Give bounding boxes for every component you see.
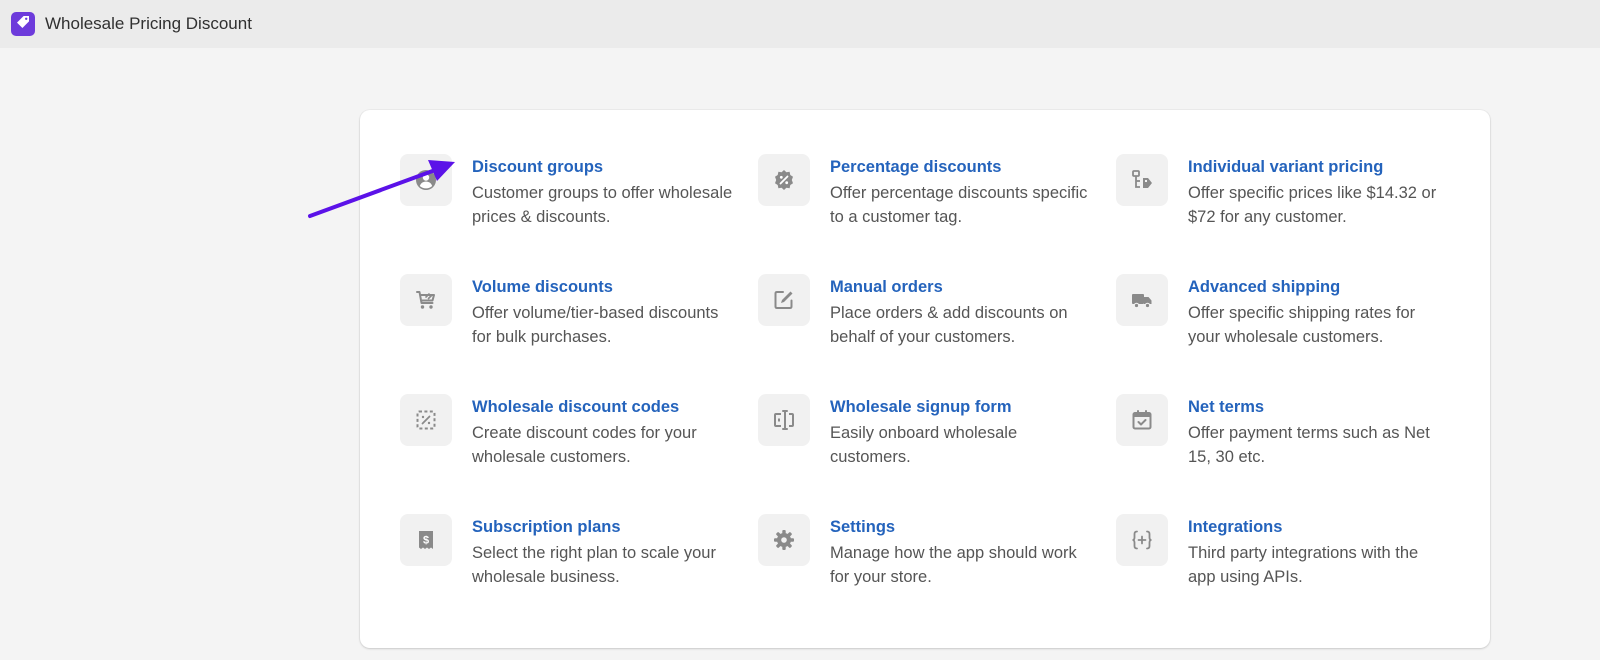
feature-title[interactable]: Wholesale signup form — [830, 396, 1092, 418]
feature-description: Offer payment terms such as Net 15, 30 e… — [1188, 424, 1430, 466]
feature-description: Customer groups to offer wholesale price… — [472, 184, 733, 226]
features-grid: Discount groups Customer groups to offer… — [400, 154, 1474, 634]
feature-net-terms[interactable]: Net terms Offer payment terms such as Ne… — [1116, 394, 1474, 514]
feature-wholesale-signup-form[interactable]: Wholesale signup form Easily onboard who… — [758, 394, 1116, 514]
feature-subscription-plans[interactable]: $ Subscription plans Select the right pl… — [400, 514, 758, 634]
app-logo — [11, 12, 35, 36]
feature-description: Offer percentage discounts specific to a… — [830, 184, 1088, 226]
feature-integrations[interactable]: Integrations Third party integrations wi… — [1116, 514, 1474, 634]
feature-title[interactable]: Wholesale discount codes — [472, 396, 734, 418]
price-tag-icon — [15, 14, 31, 35]
feature-description: Select the right plan to scale your whol… — [472, 544, 716, 586]
feature-title[interactable]: Manual orders — [830, 276, 1092, 298]
gear-icon — [758, 514, 810, 566]
variant-tag-icon — [1116, 154, 1168, 206]
feature-description: Place orders & add discounts on behalf o… — [830, 304, 1068, 346]
feature-description: Offer specific prices like $14.32 or $72… — [1188, 184, 1437, 226]
feature-title[interactable]: Integrations — [1188, 516, 1450, 538]
app-title: Wholesale Pricing Discount — [45, 14, 252, 33]
feature-description: Easily onboard wholesale customers. — [830, 424, 1018, 466]
app-header: Wholesale Pricing Discount — [0, 0, 1600, 48]
feature-manual-orders[interactable]: Manual orders Place orders & add discoun… — [758, 274, 1116, 394]
features-card: Discount groups Customer groups to offer… — [360, 110, 1490, 648]
feature-description: Manage how the app should work for your … — [830, 544, 1077, 586]
feature-description: Offer specific shipping rates for your w… — [1188, 304, 1416, 346]
discount-code-icon — [400, 394, 452, 446]
feature-advanced-shipping[interactable]: Advanced shipping Offer specific shippin… — [1116, 274, 1474, 394]
feature-description: Third party integrations with the app us… — [1188, 544, 1419, 586]
svg-text:$: $ — [423, 535, 429, 547]
user-circle-icon — [400, 154, 452, 206]
cart-icon — [400, 274, 452, 326]
feature-settings[interactable]: Settings Manage how the app should work … — [758, 514, 1116, 634]
calendar-check-icon — [1116, 394, 1168, 446]
feature-individual-variant-pricing[interactable]: Individual variant pricing Offer specifi… — [1116, 154, 1474, 274]
feature-title[interactable]: Percentage discounts — [830, 156, 1092, 178]
code-braces-icon — [1116, 514, 1168, 566]
feature-volume-discounts[interactable]: Volume discounts Offer volume/tier-based… — [400, 274, 758, 394]
edit-icon — [758, 274, 810, 326]
feature-description: Offer volume/tier-based discounts for bu… — [472, 304, 719, 346]
receipt-dollar-icon: $ — [400, 514, 452, 566]
feature-title[interactable]: Net terms — [1188, 396, 1450, 418]
feature-title[interactable]: Advanced shipping — [1188, 276, 1450, 298]
feature-title[interactable]: Discount groups — [472, 156, 734, 178]
feature-title[interactable]: Subscription plans — [472, 516, 734, 538]
feature-title[interactable]: Volume discounts — [472, 276, 734, 298]
feature-percentage-discounts[interactable]: Percentage discounts Offer percentage di… — [758, 154, 1116, 274]
percent-badge-icon — [758, 154, 810, 206]
feature-title[interactable]: Individual variant pricing — [1188, 156, 1450, 178]
form-icon — [758, 394, 810, 446]
feature-wholesale-discount-codes[interactable]: Wholesale discount codes Create discount… — [400, 394, 758, 514]
truck-icon — [1116, 274, 1168, 326]
feature-discount-groups[interactable]: Discount groups Customer groups to offer… — [400, 154, 758, 274]
feature-title[interactable]: Settings — [830, 516, 1092, 538]
feature-description: Create discount codes for your wholesale… — [472, 424, 697, 466]
